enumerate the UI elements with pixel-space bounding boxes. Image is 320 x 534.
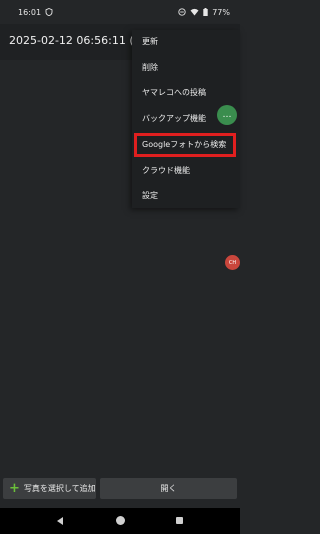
home-icon[interactable] <box>116 516 125 525</box>
highlight-box <box>134 133 236 157</box>
side-tab-button[interactable]: CH <box>225 255 240 270</box>
wifi-icon <box>190 8 199 16</box>
menu-item-cloud[interactable]: クラウド機能 <box>142 165 190 176</box>
page-title: 2025-02-12 06:56:11 (0) <box>9 34 145 47</box>
minus-circle-icon <box>178 8 186 16</box>
status-bar: 16:01 77% <box>0 0 240 24</box>
add-photo-button[interactable]: + 写真を選択して追加 <box>3 478 96 499</box>
open-label: 開く <box>160 484 177 493</box>
back-icon[interactable] <box>57 517 63 525</box>
menu-item-settings[interactable]: 設定 <box>142 190 158 201</box>
status-time: 16:01 <box>18 7 42 17</box>
more-dots-icon: … <box>222 110 232 120</box>
open-button[interactable]: 開く <box>100 478 237 499</box>
side-tab-label: CH <box>228 259 237 266</box>
plus-icon: + <box>9 481 20 496</box>
battery-icon <box>203 8 208 16</box>
battery-percent: 77% <box>212 7 230 17</box>
menu-item-yamareco-post[interactable]: ヤマレコへの投稿 <box>142 87 206 98</box>
add-photo-label: 写真を選択して追加 <box>23 484 96 493</box>
recent-apps-icon[interactable] <box>176 517 183 524</box>
menu-item-refresh[interactable]: 更新 <box>142 36 158 47</box>
vpn-shield-icon <box>45 8 53 16</box>
menu-item-backup[interactable]: バックアップ機能 <box>142 113 206 124</box>
floating-more-button[interactable]: … <box>217 105 237 125</box>
menu-item-delete[interactable]: 削除 <box>142 62 158 73</box>
